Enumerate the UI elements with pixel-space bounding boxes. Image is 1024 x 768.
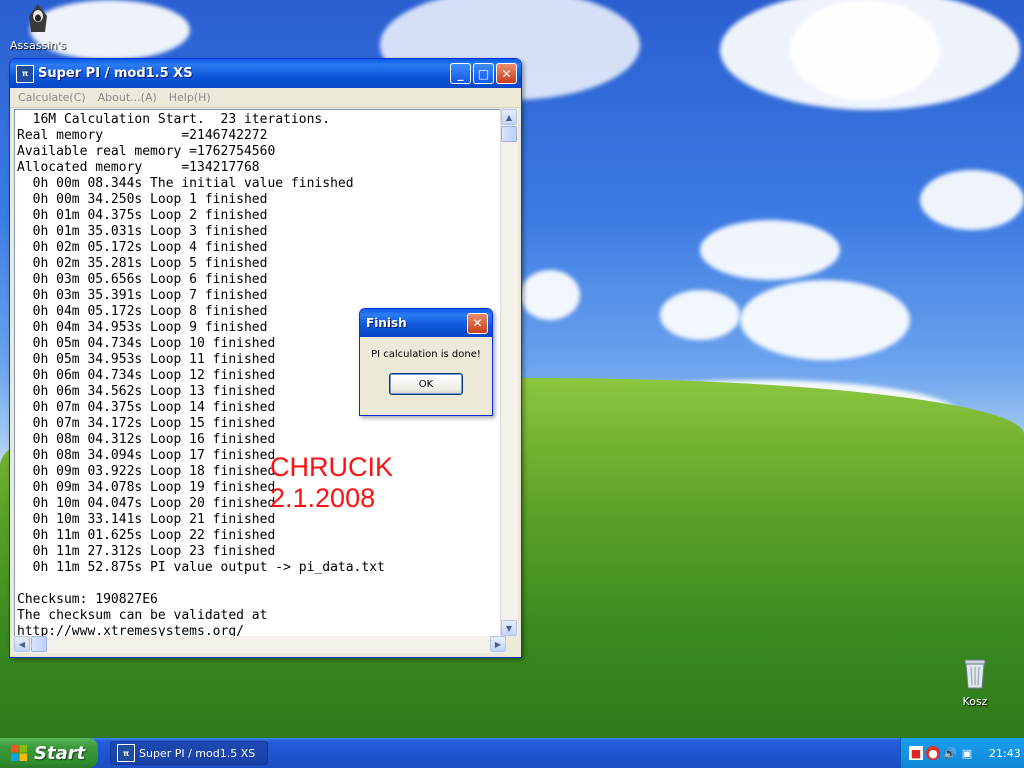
volume-icon[interactable]: 🔊 [943,746,957,760]
dialog-title: Finish [366,316,407,330]
assassin-figure-icon [29,4,47,32]
dialog-message: PI calculation is done! [371,349,481,360]
console-line: 0h 01m 35.031s Loop 3 finished [17,224,268,239]
arrow-up-icon: ▲ [505,112,513,122]
window-title: Super PI / mod1.5 XS [38,66,193,81]
close-icon: ✕ [501,66,512,81]
console-line: 0h 11m 52.875s PI value output -> pi_dat… [17,560,385,575]
horizontal-scrollbar[interactable]: ◀ ▶ [14,636,506,653]
console-line: 0h 11m 01.625s Loop 22 finished [17,528,276,543]
watermark-text: CHRUCIK 2.1.2008 [270,452,393,514]
dialog-titlebar[interactable]: Finish ✕ [360,309,492,337]
maximize-button[interactable]: □ [473,63,494,84]
maximize-icon: □ [477,66,490,81]
close-icon: ✕ [472,316,483,330]
console-line: The checksum can be validated at [17,608,268,623]
watermark-line-name: CHRUCIK [270,452,394,482]
menu-calculate[interactable]: Calculate(C) [12,91,92,104]
console-line: 0h 02m 35.281s Loop 5 finished [17,256,268,271]
console-line: Allocated memory =134217768 [17,160,260,175]
console-line: 16M Calculation Start. 23 iterations. [17,112,331,127]
console-line: 0h 03m 35.391s Loop 7 finished [17,288,268,303]
desktop-icon-assassins[interactable]: Assassin's [3,2,73,52]
console-line: 0h 09m 34.078s Loop 19 finished [17,480,276,495]
minimize-icon: _ [457,66,464,81]
shield-icon[interactable]: ■ [909,746,923,760]
console-line: 0h 00m 08.344s The initial value finishe… [17,176,354,191]
taskbar-item-superpi[interactable]: π Super PI / mod1.5 XS [110,741,268,765]
scroll-down-button[interactable]: ▼ [501,620,517,636]
network-icon[interactable]: ▣ [960,746,974,760]
taskbar-item-label: Super PI / mod1.5 XS [139,746,256,760]
console-line: 0h 10m 33.141s Loop 21 finished [17,512,276,527]
windows-logo-icon [11,745,27,761]
arrow-left-icon: ◀ [18,639,26,649]
desktop-icon-recycle-bin[interactable]: Kosz [940,656,1010,708]
desktop-icon-label: Kosz [962,695,988,708]
horizontal-scroll-thumb[interactable] [31,636,47,652]
console-line: 0h 08m 04.312s Loop 16 finished [17,432,276,447]
system-tray: ■ ● 🔊 ▣ 21:43 [900,738,1024,768]
menu-about[interactable]: About...(A) [92,91,163,104]
console-line: 0h 03m 05.656s Loop 6 finished [17,272,268,287]
dialog-close-button[interactable]: ✕ [467,312,488,334]
vertical-scrollbar[interactable]: ▲ ▼ [500,109,518,636]
console-line: 0h 00m 34.250s Loop 1 finished [17,192,268,207]
superpi-app-icon: π [16,64,34,83]
console-line: 0h 10m 04.047s Loop 20 finished [17,496,276,511]
menu-help[interactable]: Help(H) [163,91,217,104]
antivirus-icon[interactable]: ● [926,746,940,760]
scroll-right-button[interactable]: ▶ [490,636,506,652]
console-line: 0h 11m 27.312s Loop 23 finished [17,544,276,559]
console-line: Checksum: 190827E6 [17,592,158,607]
console-line: 0h 02m 05.172s Loop 4 finished [17,240,268,255]
clock: 21:43 [989,746,1021,760]
watermark-line-date: 2.1.2008 [270,483,376,513]
console-line: Available real memory =1762754560 [17,144,276,159]
taskbar: Start π Super PI / mod1.5 XS ■ ● 🔊 ▣ 21:… [0,738,1024,768]
scroll-left-button[interactable]: ◀ [14,636,30,652]
arrow-right-icon: ▶ [494,639,502,649]
close-button[interactable]: ✕ [496,63,517,84]
recycle-bin-icon [964,659,986,689]
console-line: 0h 09m 03.922s Loop 18 finished [17,464,276,479]
ok-button[interactable]: OK [389,373,463,395]
window-titlebar[interactable]: π Super PI / mod1.5 XS _ □ ✕ [10,59,521,88]
finish-dialog: Finish ✕ PI calculation is done! OK [359,308,493,416]
console-line: 0h 01m 04.375s Loop 2 finished [17,208,268,223]
menu-bar: Calculate(C) About...(A) Help(H) [10,88,521,108]
console-line: 0h 08m 34.094s Loop 17 finished [17,448,276,463]
superpi-app-icon: π [117,744,135,762]
console-line: Real memory =2146742272 [17,128,268,143]
minimize-button[interactable]: _ [450,63,471,84]
console-line: 0h 07m 34.172s Loop 15 finished [17,416,276,431]
vertical-scroll-thumb[interactable] [501,126,517,142]
start-button[interactable]: Start [0,738,98,768]
desktop-icon-label: Assassin's [10,39,66,52]
arrow-down-icon: ▼ [505,623,513,633]
start-label: Start [34,742,86,764]
scroll-up-button[interactable]: ▲ [501,109,517,125]
